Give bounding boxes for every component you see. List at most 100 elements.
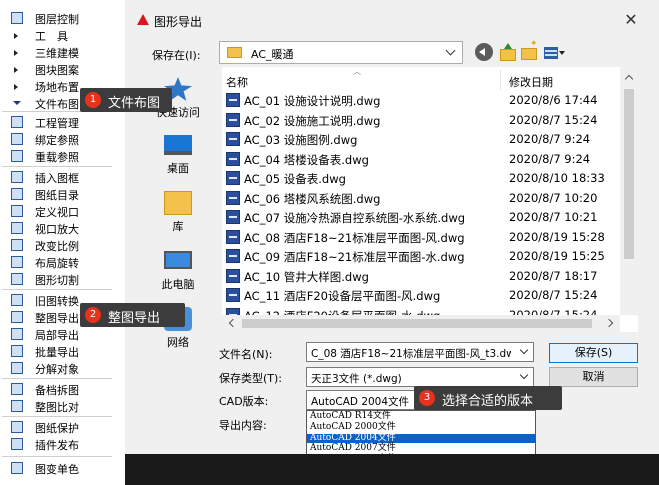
scroll-thumb[interactable] (242, 319, 592, 328)
menu-item[interactable]: 定义视口 (0, 203, 117, 219)
file-row[interactable]: AC_04 塔楼设备表.dwg 2020/8/7 9:24 (222, 150, 620, 169)
file-row[interactable]: AC_05 设备表.dwg 2020/8/10 18:33 (222, 169, 620, 188)
menu-item-label: 改变比例 (35, 240, 79, 253)
menu-item[interactable]: 分解对象 (0, 360, 117, 376)
place-library[interactable]: 库 (137, 187, 219, 247)
tool-menu-panel: 图层控制工 具三维建模 图块图案 场地布置 文件布图 工程管理 绑定参照 重载参照 插入图框图… (0, 0, 117, 485)
file-row[interactable]: AC_11 酒店F20设备层平面图-风.dwg 2020/8/7 15:24 (222, 286, 620, 305)
file-row[interactable]: AC_01 设施设计说明.dwg 2020/8/6 17:44 (222, 91, 620, 110)
version-option[interactable]: AutoCAD R14文件 (307, 411, 535, 422)
file-date: 2020/8/7 9:24 (509, 132, 591, 146)
file-row[interactable]: AC_02 设施施工说明.dwg 2020/8/7 15:24 (222, 111, 620, 130)
menu-item-label: 图层控制 (35, 13, 79, 26)
file-row[interactable]: AC_06 塔楼风系统图.dwg 2020/8/7 10:20 (222, 189, 620, 208)
menu-item[interactable]: 图纸保护 (0, 419, 117, 435)
vertical-scrollbar[interactable] (620, 67, 638, 315)
menu-item[interactable]: 图纸目录 (0, 186, 117, 202)
save-in-value: AC_暖通 (251, 48, 294, 61)
place-label: 此电脑 (161, 278, 195, 291)
batch-export-icon (11, 345, 23, 357)
menu-item[interactable]: 重载参照 (0, 148, 117, 164)
layer-control-icon (11, 12, 23, 24)
view-menu-icon[interactable] (543, 43, 567, 61)
dwg-file-icon (226, 249, 240, 263)
step-badge: 3 (419, 390, 435, 406)
file-row[interactable]: AC_07 设施冷热源自控系统图-水系统.dwg 2020/8/7 10:21 (222, 208, 620, 227)
menu-item[interactable]: 视口放大 (0, 220, 117, 236)
save-in-combo[interactable]: AC_暖通 (219, 41, 463, 64)
version-option[interactable]: AutoCAD 2007文件 (307, 444, 535, 454)
callout-text: 选择合适的版本 (442, 394, 534, 409)
new-folder-icon[interactable] (520, 39, 538, 61)
menu-item-label: 布局旋转 (35, 257, 79, 270)
file-list: ︿ 名称 修改日期 AC_01 设施设计说明.dwg 2020/8/6 17:44… (222, 67, 638, 332)
scroll-thumb[interactable] (624, 89, 634, 259)
place-this-pc[interactable]: 此电脑 (137, 245, 219, 305)
menu-item[interactable]: 图块图案 (0, 61, 117, 77)
protect-icon (11, 421, 23, 433)
file-name: AC_08 酒店F18~21标准层平面图-风.dwg (244, 230, 465, 245)
file-date: 2020/8/7 15:24 (509, 288, 598, 302)
file-date: 2020/8/7 15:24 (509, 112, 598, 127)
close-button[interactable]: ✕ (619, 10, 643, 30)
column-header-date[interactable]: 修改日期 (509, 74, 553, 90)
place-desktop[interactable]: 桌面 (137, 129, 219, 189)
menu-item[interactable]: 图层控制 (0, 10, 117, 26)
menu-divider (2, 289, 112, 290)
block-pattern-arrow-icon (11, 63, 23, 75)
computer-icon (164, 251, 192, 269)
file-row[interactable]: AC_10 管井大样图.dwg 2020/8/7 18:17 (222, 267, 620, 286)
menu-item[interactable]: 批量导出 (0, 343, 117, 359)
menu-item-label: 批量导出 (35, 346, 79, 359)
menu-item[interactable]: 插件发布 (0, 436, 117, 452)
cancel-button[interactable]: 取消 (549, 367, 638, 387)
version-option[interactable]: AutoCAD 2004文件 (307, 433, 535, 444)
export-all-icon (11, 311, 23, 323)
file-name: AC_10 管井大样图.dwg (244, 269, 369, 284)
menu-item-label: 插入图框 (35, 172, 79, 185)
menu-item[interactable]: 整图比对 (0, 398, 117, 414)
menu-item[interactable]: 图变单色 (0, 460, 117, 476)
chevron-down-icon[interactable] (519, 345, 529, 355)
scroll-right-icon[interactable] (604, 318, 614, 328)
column-header-name[interactable]: 名称 (226, 74, 248, 90)
archive-split-icon (11, 383, 23, 395)
menu-item[interactable]: 绑定参照 (0, 131, 117, 147)
menu-item-label: 分解对象 (35, 363, 79, 376)
back-icon[interactable] (475, 43, 493, 61)
file-date: 2020/8/7 10:20 (509, 190, 598, 205)
menu-item[interactable]: 图形切割 (0, 271, 117, 287)
filename-input[interactable]: C_08 酒店F18~21标准层平面图-风_t3.dwg (306, 342, 534, 362)
menu-item[interactable]: 备档拆图 (0, 381, 117, 397)
menu-item-label: 绑定参照 (35, 134, 79, 147)
up-folder-icon[interactable] (498, 43, 516, 61)
menu-item[interactable]: 三维建模 (0, 44, 117, 60)
file-row[interactable]: AC_08 酒店F18~21标准层平面图-风.dwg 2020/8/19 15:2… (222, 228, 620, 247)
file-row[interactable]: AC_03 设施图例.dwg 2020/8/7 9:24 (222, 130, 620, 149)
menu-item[interactable]: 局部导出 (0, 326, 117, 342)
menu-item[interactable]: 改变比例 (0, 237, 117, 253)
file-row[interactable]: AC_09 酒店F18~21标准层平面图-水.dwg 2020/8/19 15:2… (222, 247, 620, 266)
save-button[interactable]: 保存(S) (549, 343, 638, 363)
horizontal-scrollbar[interactable] (222, 315, 620, 332)
dwg-file-icon (226, 190, 240, 205)
menu-item[interactable]: 工程管理 (0, 114, 117, 130)
menu-item[interactable]: 工 具 (0, 27, 117, 43)
place-label: 库 (172, 220, 184, 233)
callout-1: 1 文件布图 (80, 88, 172, 112)
menu-item[interactable]: 布局旋转 (0, 254, 117, 270)
menu-item-label: 工程管理 (35, 117, 79, 130)
scroll-left-icon[interactable] (228, 318, 238, 328)
menu-item[interactable]: 插入图框 (0, 169, 117, 185)
version-option[interactable]: AutoCAD 2000文件 (307, 422, 535, 433)
menu-item-label: 图纸保护 (35, 422, 79, 435)
menu-item-label: 旧图转换 (35, 295, 79, 308)
filename-value: C_08 酒店F18~21标准层平面图-风_t3.dwg (311, 348, 511, 360)
project-manage-icon (11, 116, 23, 128)
callout-text: 整图导出 (108, 311, 161, 326)
filetype-combo[interactable]: 天正3文件 (*.dwg) (306, 367, 534, 387)
file-row[interactable]: AC_12 酒店F20设备层平面图-水.dwg 2020/8/7 15:24 (222, 306, 620, 315)
column-divider[interactable] (500, 70, 501, 90)
change-scale-icon (11, 239, 23, 251)
scroll-up-icon[interactable] (624, 74, 634, 84)
